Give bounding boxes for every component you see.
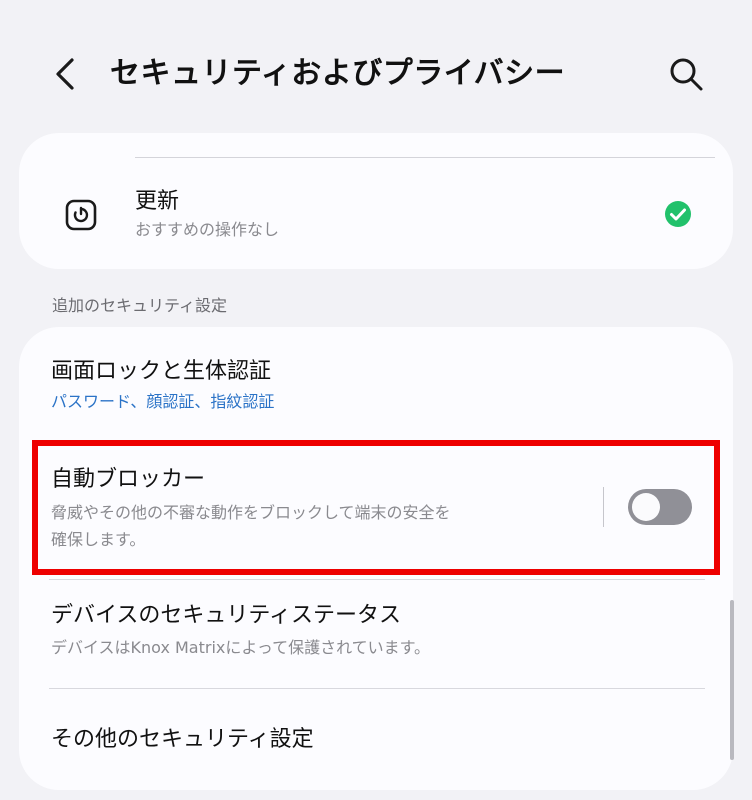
chevron-left-icon	[56, 58, 74, 90]
screen-lock-title: 画面ロックと生体認証	[51, 359, 272, 384]
updates-title: 更新	[135, 189, 180, 214]
updates-subtitle: おすすめの操作なし	[135, 220, 280, 239]
app-bar: セキュリティおよびプライバシー	[0, 0, 752, 150]
section-header: 追加のセキュリティ設定	[52, 296, 228, 315]
other-security-title: その他のセキュリティ設定	[51, 727, 314, 752]
check-circle-icon	[665, 201, 691, 227]
update-icon	[65, 199, 97, 231]
divider	[49, 579, 705, 580]
page-title: セキュリティおよびプライバシー	[110, 56, 566, 91]
updates-card: 更新 おすすめの操作なし	[19, 133, 733, 269]
device-status-title: デバイスのセキュリティステータス	[51, 603, 402, 628]
screen-lock-subtitle: パスワード、顔認証、指紋認証	[51, 392, 275, 411]
divider	[49, 688, 705, 689]
divider	[135, 157, 715, 158]
device-status-subtitle: デバイスはKnox Matrixによって保護されています。	[51, 638, 431, 657]
highlight-box	[32, 440, 720, 575]
scrollbar[interactable]	[730, 600, 734, 760]
back-button[interactable]	[46, 52, 86, 96]
search-icon	[670, 58, 703, 91]
search-button[interactable]	[664, 52, 708, 96]
